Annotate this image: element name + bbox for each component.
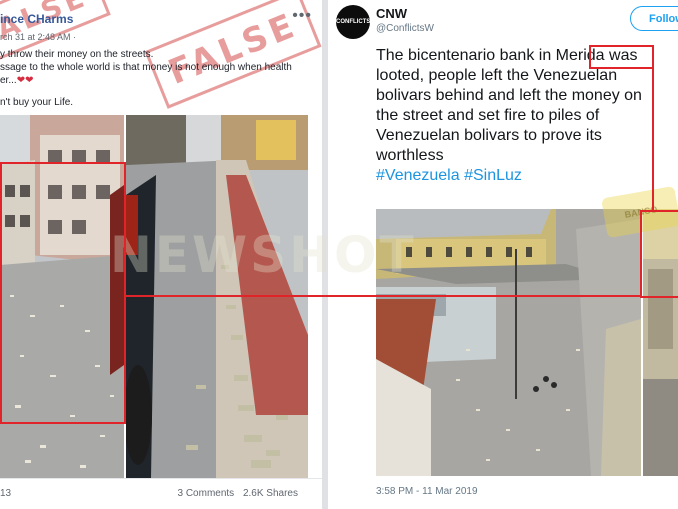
connector-line-vertical — [652, 68, 654, 210]
hearts-emoji: ❤❤ — [16, 75, 34, 86]
shares-link[interactable]: 2.6K Shares — [243, 488, 298, 499]
tweet-text-line: the street and set fire to piles of — [376, 107, 600, 124]
tweet-text-line: bolivars behind and left the money on — [376, 87, 642, 104]
connector-line — [125, 295, 640, 297]
post-date[interactable]: rch 31 at 2:48 AM · — [0, 32, 76, 42]
watermark: NEWSHOT — [110, 226, 417, 284]
post-footer: 13 3 Comments 2.6K Shares — [0, 478, 322, 509]
post-text-line: ssage to the whole world is that money i… — [0, 62, 292, 73]
follow-button[interactable]: Follow — [630, 6, 678, 31]
post-text: y throw their money on the streets. ssag… — [0, 48, 292, 109]
post-text-line: y throw their money on the streets. — [0, 49, 154, 60]
post-stats: 3 Comments 2.6K Shares — [171, 488, 298, 499]
tweet-author-name[interactable]: CNW — [376, 6, 407, 21]
more-options-icon[interactable]: ••• — [292, 7, 312, 25]
tweet-text-line: worthless — [376, 147, 444, 164]
comments-link[interactable]: 3 Comments — [177, 488, 234, 499]
hashtags: #Venezuela #SinLuz — [376, 166, 642, 186]
tweet-text-line: looted, people left the Venezuelan — [376, 67, 618, 84]
reaction-count[interactable]: 13 — [0, 488, 11, 499]
tweet-text-line: Venezuelan bolivars to prove its — [376, 127, 602, 144]
avatar[interactable]: CONFLICTS WORLDWIDE — [336, 5, 370, 39]
hashtag-venezuela[interactable]: #Venezuela — [376, 167, 460, 184]
tweet-author-handle[interactable]: @ConflictsW — [376, 23, 434, 34]
post-author-name[interactable]: ince CHarms — [0, 12, 73, 26]
highlight-box-right — [640, 210, 678, 298]
highlight-box-merida — [589, 45, 654, 69]
tweet-timestamp[interactable]: 3:58 PM - 11 Mar 2019 — [376, 486, 478, 497]
post-text-line: n't buy your Life. — [0, 97, 74, 108]
highlight-box-left — [0, 162, 126, 424]
post-text-line: er...❤❤ — [0, 75, 34, 86]
hashtag-sinluz[interactable]: #SinLuz — [464, 167, 522, 184]
